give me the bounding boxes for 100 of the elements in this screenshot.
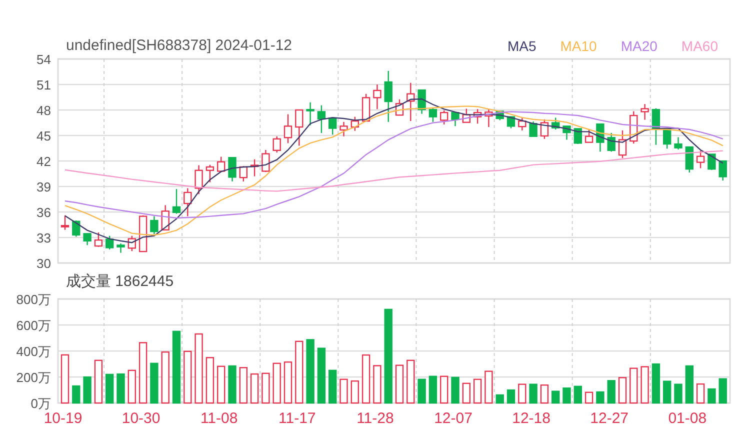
- candlestick: [184, 188, 192, 216]
- x-axis-label: 12-07: [434, 410, 472, 427]
- y-axis-label: 30: [36, 256, 51, 268]
- y-axis-label: 800万: [16, 292, 51, 307]
- candlestick: [161, 205, 170, 230]
- volume-bar: [518, 384, 526, 404]
- y-axis-label: 36: [36, 205, 51, 220]
- candlestick: [150, 216, 158, 234]
- volume-bar: [418, 378, 426, 404]
- candlestick: [239, 166, 248, 182]
- candlestick: [295, 109, 304, 146]
- y-axis-label: 0万: [30, 396, 51, 411]
- x-axis-label: 11-28: [356, 410, 394, 427]
- volume-bar: [128, 370, 136, 404]
- volume-bar: [106, 374, 114, 404]
- volume-bar: [373, 365, 382, 404]
- candlestick: [540, 119, 549, 139]
- candlestick: [718, 160, 727, 181]
- volume-bar: [440, 376, 448, 404]
- volume-bar: [696, 383, 705, 404]
- candlestick: [60, 215, 70, 230]
- candlestick: [462, 108, 470, 123]
- candlestick: [674, 137, 682, 150]
- volume-bar: [462, 382, 470, 404]
- candlestick: [362, 94, 370, 122]
- y-axis-label: 400万: [16, 344, 51, 359]
- volume-bar: [674, 384, 682, 404]
- volume-bar: [161, 351, 170, 404]
- volume-bar: [718, 378, 727, 404]
- volume-bar: [484, 370, 493, 404]
- y-axis-label: 33: [36, 230, 51, 246]
- y-axis-label: 48: [36, 103, 51, 118]
- candlestick: [228, 157, 236, 182]
- volume-bar: [529, 384, 538, 404]
- volume-bar: [496, 394, 504, 404]
- volume-bar: [540, 384, 549, 404]
- candlestick: [262, 150, 270, 172]
- volume-bar: [618, 377, 627, 404]
- candlestick: [473, 109, 482, 124]
- volume-bar: [506, 389, 516, 404]
- candlestick: [440, 110, 448, 124]
- volume-bar: [116, 373, 125, 404]
- volume-bar: [60, 354, 70, 404]
- candlestick: [250, 159, 259, 176]
- volume-bar: [562, 387, 571, 404]
- volume-bar: [640, 366, 649, 404]
- legend-label: MA20: [620, 36, 658, 56]
- y-axis-label: 45: [36, 128, 51, 144]
- candlestick: [451, 112, 460, 126]
- candlestick: [607, 132, 616, 152]
- candlestick: [138, 215, 148, 252]
- candlestick: [94, 232, 103, 247]
- candlestick: [596, 123, 604, 152]
- volume-bar: [630, 368, 638, 404]
- chart-title: undefined[SH688378] 2024-01-12: [66, 36, 292, 56]
- volume-bar: [340, 378, 348, 404]
- volume-bar: [228, 365, 236, 404]
- candlestick: [116, 243, 125, 253]
- candlestick: [340, 122, 348, 136]
- volume-bar: [250, 373, 259, 404]
- candlestick: [106, 236, 114, 250]
- y-axis-label: 600万: [16, 318, 51, 333]
- candlestick: [128, 236, 136, 252]
- volume-bar: [295, 340, 304, 404]
- candlestick: [384, 70, 392, 122]
- candlestick: [518, 118, 526, 130]
- candlestick: [484, 110, 493, 127]
- x-axis-label: 11-08: [200, 410, 238, 427]
- candlestick: [328, 117, 337, 135]
- volume-bar: [350, 380, 359, 404]
- x-axis-label: 11-17: [278, 410, 316, 427]
- volume-bar: [262, 372, 270, 404]
- volume-bar: [574, 386, 582, 404]
- candlestick: [652, 108, 660, 145]
- candlestick: [708, 154, 716, 170]
- candlestick: [640, 104, 649, 120]
- volume-bar: [473, 378, 482, 404]
- volume-bar: [652, 363, 660, 404]
- candlestick: [194, 165, 203, 194]
- volume-bar: [708, 388, 716, 404]
- candlestick: [172, 189, 181, 214]
- volume-bar: [206, 357, 214, 404]
- candlestick: [373, 84, 382, 110]
- x-axis-label: 12-27: [590, 410, 629, 427]
- y-axis-label: 54: [36, 52, 51, 67]
- x-axis-label: 10-30: [122, 410, 160, 427]
- x-axis-label: 10-19: [44, 410, 82, 427]
- volume-bar: [272, 362, 281, 404]
- volume-title: 成交量 1862445: [66, 272, 174, 292]
- volume-bar: [663, 380, 672, 404]
- volume-bar: [284, 361, 292, 404]
- y-axis-label: 200万: [16, 370, 51, 385]
- volume-bar: [685, 365, 694, 404]
- volume-bar: [150, 362, 158, 404]
- candlestick: [317, 105, 326, 133]
- candlestick: [696, 150, 705, 168]
- volume-bar: [584, 392, 594, 404]
- candlestick: [284, 114, 292, 144]
- candlestick: [529, 121, 538, 137]
- candlestick: [574, 128, 582, 144]
